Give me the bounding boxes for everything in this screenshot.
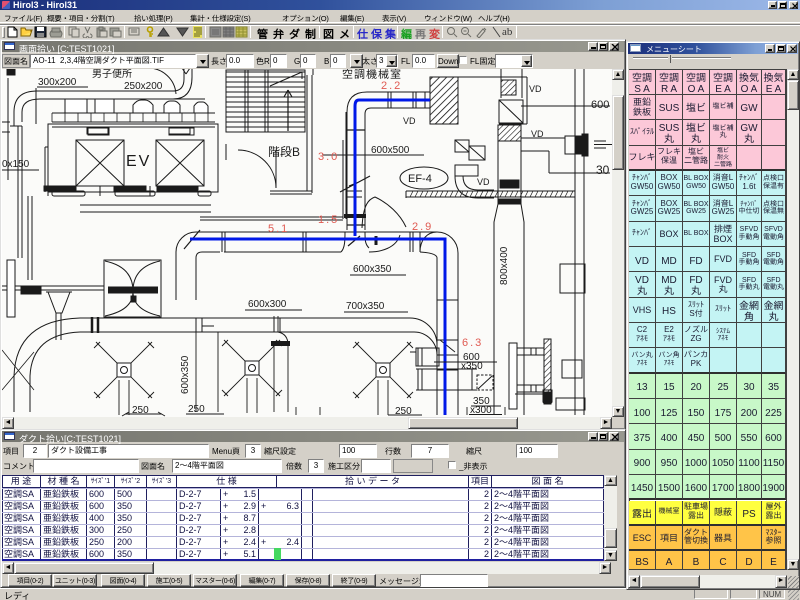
svg-text:0x150: 0x150: [2, 155, 30, 170]
svg-text:600x500: 600x500: [371, 141, 410, 156]
svg-text:2.9: 2.9: [412, 218, 433, 234]
svg-text:5.1: 5.1: [268, 220, 289, 236]
svg-text:300x200: 300x200: [38, 73, 77, 88]
svg-text:6.3: 6.3: [462, 334, 483, 350]
svg-text:3.0: 3.0: [318, 148, 339, 164]
svg-text:男子便所: 男子便所: [92, 69, 132, 80]
svg-text:VD: VD: [477, 175, 490, 188]
svg-text:VD: VD: [529, 82, 542, 95]
svg-text:700x350: 700x350: [346, 297, 385, 312]
svg-text:600x300: 600x300: [248, 295, 287, 310]
svg-text:30: 30: [596, 161, 610, 178]
svg-text:EF-4: EF-4: [408, 170, 432, 186]
svg-text:VD: VD: [403, 114, 416, 127]
svg-text:EV: EV: [126, 147, 151, 171]
svg-text:250: 250: [188, 400, 205, 415]
svg-text:800x400: 800x400: [495, 246, 510, 285]
svg-text:x300: x300: [470, 401, 492, 416]
svg-text:600x350: 600x350: [353, 260, 392, 275]
svg-text:2.2: 2.2: [381, 77, 402, 93]
svg-text:600x350: 600x350: [176, 355, 191, 394]
svg-text:階段B: 階段B: [268, 143, 300, 160]
svg-text:600: 600: [591, 96, 609, 112]
svg-text:1.5: 1.5: [318, 211, 339, 227]
